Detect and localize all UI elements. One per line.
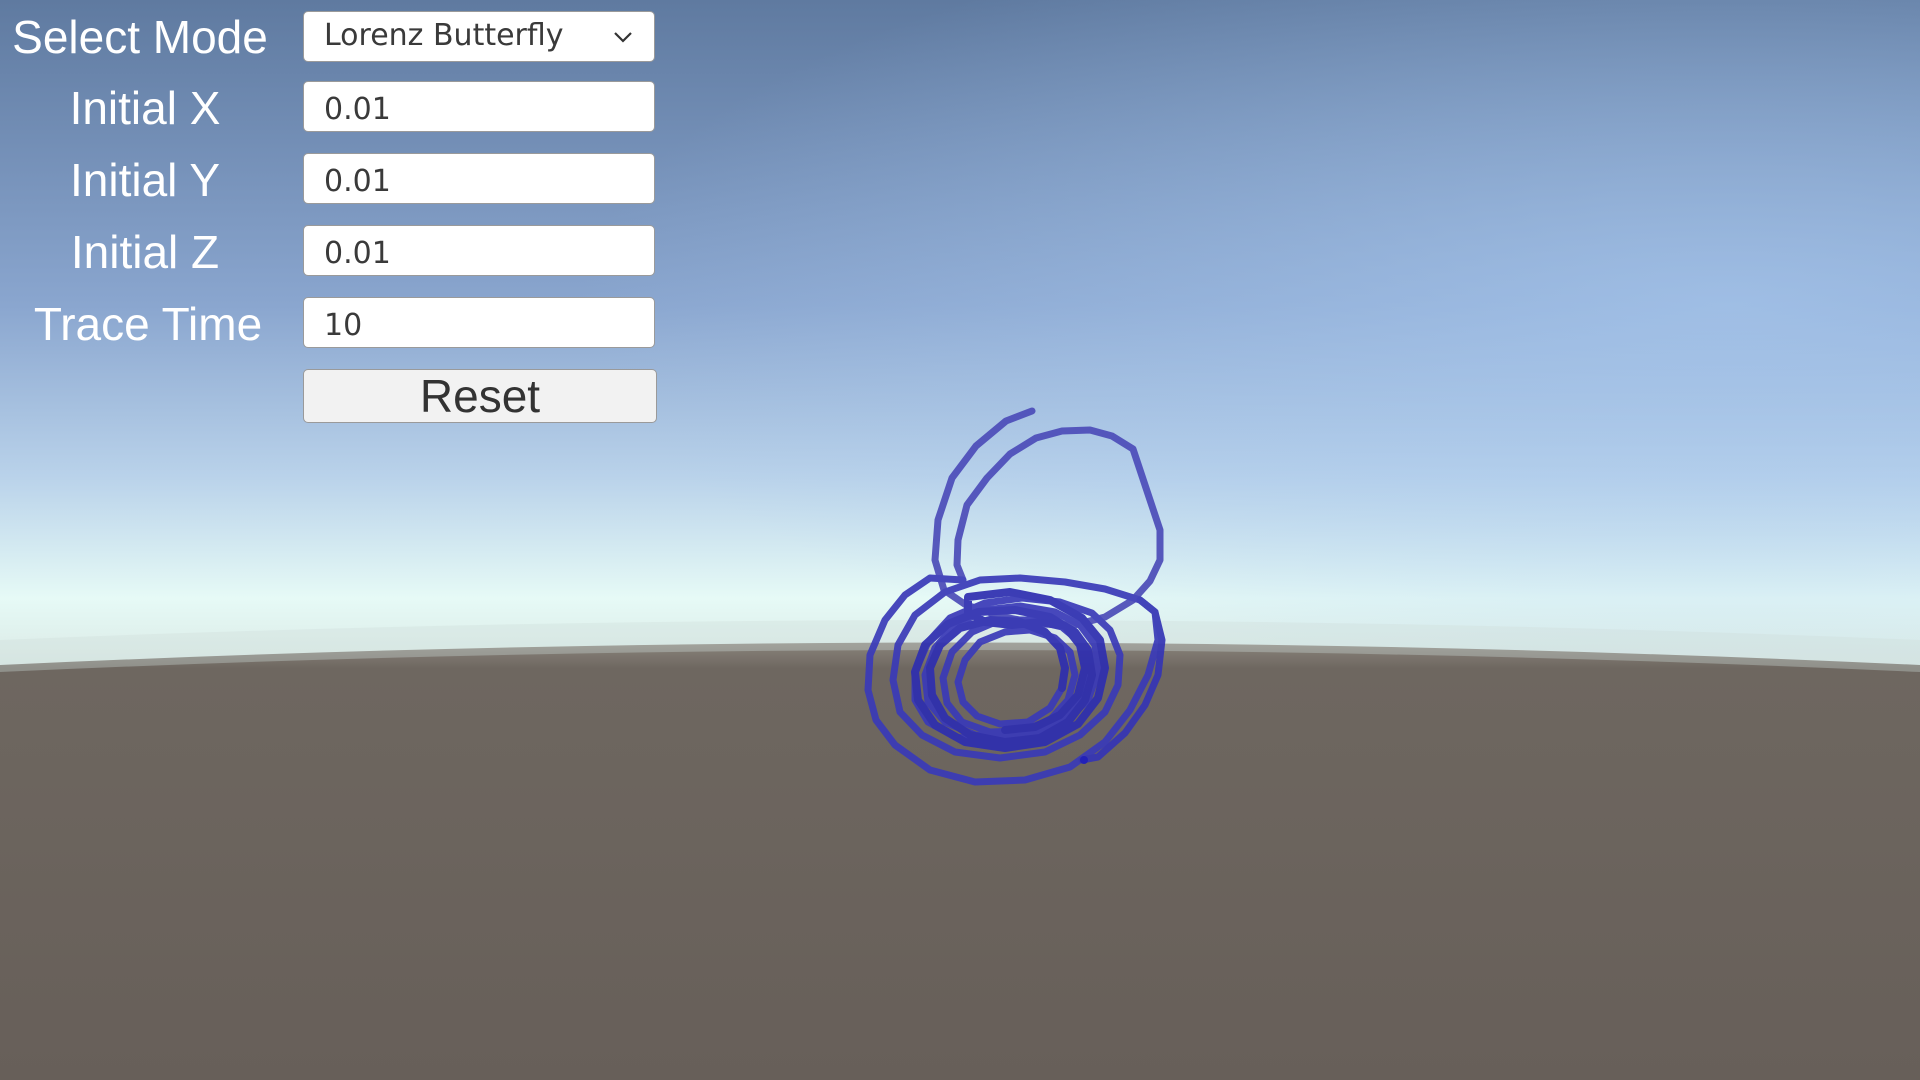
select-mode-label: Select Mode	[12, 11, 268, 63]
initial-z-label: Initial Z	[70, 226, 220, 278]
initial-z-input[interactable]	[324, 236, 624, 271]
reset-button[interactable]: Reset	[303, 369, 657, 423]
trace-time-label: Trace Time	[33, 298, 263, 350]
initial-y-label: Initial Y	[69, 154, 221, 206]
mode-dropdown[interactable]: Lorenz Butterfly	[303, 11, 655, 62]
initial-x-input[interactable]	[324, 92, 624, 127]
chevron-down-icon	[614, 32, 632, 43]
trace-time-field[interactable]	[303, 297, 655, 348]
initial-z-field[interactable]	[303, 225, 655, 276]
initial-x-field[interactable]	[303, 81, 655, 132]
trace-time-input[interactable]	[324, 308, 624, 343]
initial-y-field[interactable]	[303, 153, 655, 204]
initial-y-input[interactable]	[324, 164, 624, 199]
initial-x-label: Initial X	[69, 82, 221, 134]
mode-dropdown-value: Lorenz Butterfly	[324, 18, 564, 53]
ground	[0, 642, 1920, 1080]
trace-head-point	[1080, 756, 1088, 764]
